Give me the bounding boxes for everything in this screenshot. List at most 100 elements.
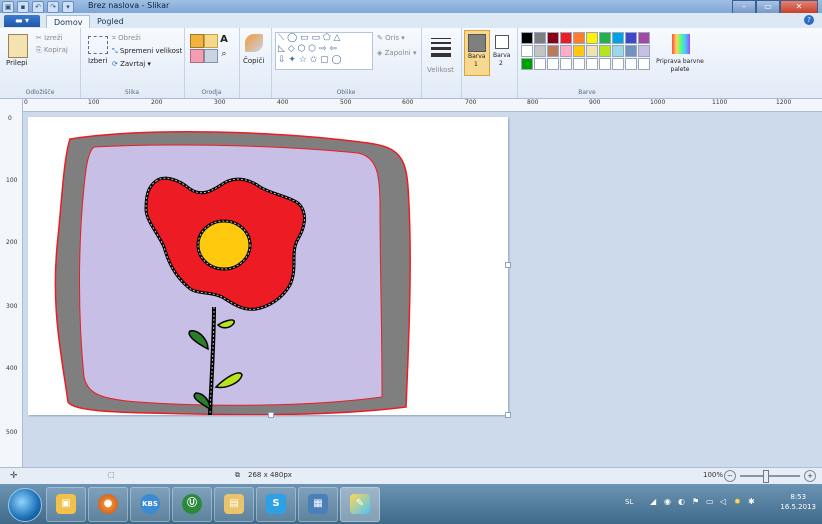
- edit-colors-icon[interactable]: [672, 34, 690, 54]
- shapes-row-1[interactable]: ⟍ ◯ ▭ ▭ ⬠ △: [278, 33, 372, 44]
- taskbar-skype-button[interactable]: S: [256, 487, 296, 522]
- pencil-tool-icon[interactable]: [190, 34, 204, 48]
- start-button[interactable]: [8, 488, 42, 522]
- palette-swatch[interactable]: [586, 32, 598, 44]
- select-icon[interactable]: [88, 36, 108, 54]
- shapes-row-2[interactable]: ◺ ◇ ⬡ ⬡ ⇨ ⇦: [278, 44, 372, 55]
- zoom-slider-thumb[interactable]: [763, 470, 769, 483]
- palette-swatch[interactable]: [534, 32, 546, 44]
- zoom-out-button[interactable]: −: [724, 470, 736, 482]
- palette-swatch[interactable]: [521, 32, 533, 44]
- palette-swatch[interactable]: [638, 58, 650, 70]
- palette-swatch[interactable]: [586, 45, 598, 57]
- update-icon[interactable]: ◐: [678, 497, 685, 506]
- select-button[interactable]: Izberi: [88, 57, 107, 65]
- taskbar-files-button[interactable]: ▤: [214, 487, 254, 522]
- palette-swatch[interactable]: [521, 58, 533, 70]
- palette-swatch[interactable]: [599, 58, 611, 70]
- palette-swatch[interactable]: [625, 45, 637, 57]
- size-button[interactable]: Velikost: [427, 66, 454, 74]
- color1-button[interactable]: Barva 1: [464, 30, 490, 76]
- palette-swatch[interactable]: [586, 58, 598, 70]
- palette-swatch[interactable]: [612, 32, 624, 44]
- palette-swatch[interactable]: [638, 45, 650, 57]
- maximize-button[interactable]: ▭: [756, 0, 780, 14]
- resize-handle-right[interactable]: [505, 262, 511, 268]
- volume-icon[interactable]: ◁: [720, 497, 726, 506]
- network-icon[interactable]: ◢: [650, 497, 656, 506]
- palette-swatch[interactable]: [534, 45, 546, 57]
- antivirus-icon[interactable]: ✱: [748, 497, 755, 506]
- resize-button[interactable]: ⤡ Spremeni velikost: [112, 47, 182, 56]
- color-picker-tool-icon[interactable]: [204, 49, 218, 63]
- tab-home[interactable]: Domov: [46, 15, 91, 29]
- drawing-canvas[interactable]: [28, 117, 511, 418]
- security-icon[interactable]: ✹: [734, 497, 741, 506]
- palette-swatch[interactable]: [612, 45, 624, 57]
- shapes-gallery[interactable]: ⟍ ◯ ▭ ▭ ⬠ △ ◺ ◇ ⬡ ⬡ ⇨ ⇦ ⇩ ✦ ☆ ✩ ▢ ◯: [275, 32, 373, 70]
- paste-icon[interactable]: [8, 34, 28, 58]
- palette-swatch[interactable]: [521, 45, 533, 57]
- taskbar-kbs-button[interactable]: KBS: [130, 487, 170, 522]
- resize-handle-bottom[interactable]: [268, 412, 274, 418]
- palette-swatch[interactable]: [573, 32, 585, 44]
- minimize-button[interactable]: –: [732, 0, 756, 14]
- paste-button[interactable]: Prilepi: [6, 59, 28, 67]
- monitor-icon[interactable]: ▭: [706, 497, 714, 506]
- edit-colors-button[interactable]: Priprava barvne palete: [655, 58, 705, 74]
- crop-button[interactable]: ⌗ Obreži: [112, 34, 141, 43]
- outline-button[interactable]: ✎ Oris ▾: [377, 34, 405, 42]
- rotate-button[interactable]: ⟳ Zavrtaj ▾: [112, 60, 151, 68]
- resize-handle-corner[interactable]: [505, 412, 511, 418]
- palette-swatch[interactable]: [547, 32, 559, 44]
- file-menu-button[interactable]: ▬ ▾: [4, 15, 40, 27]
- zoom-in-button[interactable]: +: [804, 470, 816, 482]
- taskbar-paint-button[interactable]: ✎: [340, 487, 380, 522]
- save-icon[interactable]: ▪: [17, 1, 29, 13]
- zoom-slider-track[interactable]: [740, 475, 800, 477]
- magnifier-tool-icon[interactable]: ⌕: [218, 49, 230, 61]
- palette-swatch[interactable]: [547, 45, 559, 57]
- palette-swatch[interactable]: [573, 58, 585, 70]
- redo-icon[interactable]: ↷: [47, 1, 59, 13]
- color2-button[interactable]: Barva 2: [491, 30, 515, 74]
- palette-swatch[interactable]: [534, 58, 546, 70]
- palette-swatch[interactable]: [573, 45, 585, 57]
- palette-swatch[interactable]: [560, 45, 572, 57]
- palette-swatch[interactable]: [599, 45, 611, 57]
- palette-swatch[interactable]: [560, 32, 572, 44]
- ruler-v-tick: 200: [6, 239, 18, 246]
- taskbar-firefox-button[interactable]: ●: [88, 487, 128, 522]
- undo-icon[interactable]: ↶: [32, 1, 44, 13]
- palette-swatch[interactable]: [625, 58, 637, 70]
- brushes-button[interactable]: Čopiči: [243, 57, 264, 65]
- cut-button[interactable]: ✂ Izreži: [36, 34, 62, 42]
- ruler-v-tick: 100: [6, 177, 18, 184]
- customize-quick-access-icon[interactable]: ▾: [62, 1, 74, 13]
- taskbar-app-button[interactable]: Ⓤ: [172, 487, 212, 522]
- language-indicator[interactable]: SL: [625, 498, 633, 506]
- text-tool-icon[interactable]: A: [218, 34, 230, 46]
- palette-swatch[interactable]: [547, 58, 559, 70]
- tab-view[interactable]: Pogled: [90, 15, 131, 28]
- palette-swatch[interactable]: [625, 32, 637, 44]
- brush-icon[interactable]: [245, 34, 263, 52]
- brushes-group: Čopiči: [239, 28, 272, 98]
- fill-tool-icon[interactable]: [204, 34, 218, 48]
- taskbar-explorer-button[interactable]: ▣: [46, 487, 86, 522]
- paint-app-icon[interactable]: ▣: [2, 1, 14, 13]
- flag-icon[interactable]: ⚑: [692, 497, 699, 506]
- palette-swatch[interactable]: [638, 32, 650, 44]
- palette-swatch[interactable]: [612, 58, 624, 70]
- shapes-row-3[interactable]: ⇩ ✦ ☆ ✩ ▢ ◯: [278, 55, 372, 66]
- help-icon[interactable]: ?: [804, 15, 814, 25]
- taskbar-notepad-button[interactable]: ▦: [298, 487, 338, 522]
- close-button[interactable]: ✕: [780, 0, 818, 14]
- fill-button[interactable]: ◈ Zapolni ▾: [377, 49, 417, 57]
- copy-button[interactable]: ⎘ Kopiraj: [36, 46, 68, 55]
- clock[interactable]: 8:53 16.5.2013: [780, 492, 816, 512]
- tray-app-icon[interactable]: ◉: [664, 497, 671, 506]
- palette-swatch[interactable]: [599, 32, 611, 44]
- eraser-tool-icon[interactable]: [190, 49, 204, 63]
- palette-swatch[interactable]: [560, 58, 572, 70]
